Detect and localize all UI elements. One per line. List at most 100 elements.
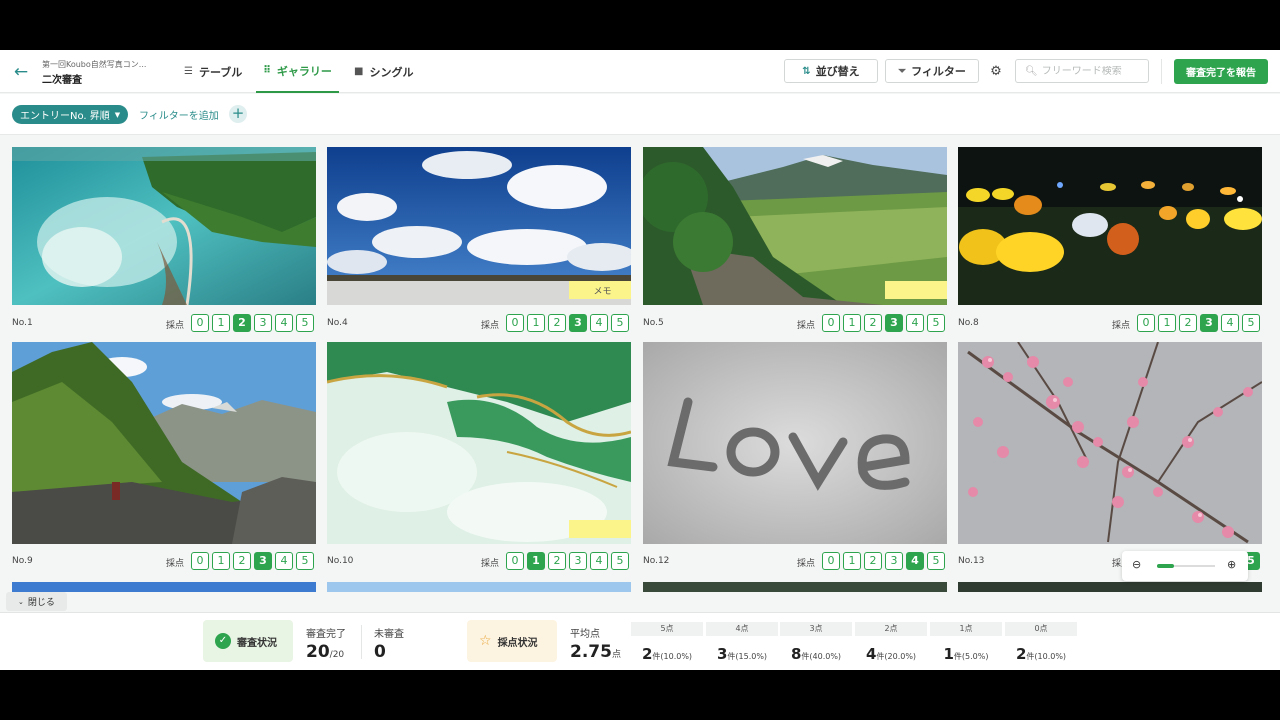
photo-thumbnail[interactable] — [643, 582, 947, 592]
collapse-button[interactable]: ⌄ 閉じる — [6, 592, 67, 611]
search-box[interactable]: 🔍︎ — [1015, 59, 1149, 83]
score-button-0[interactable]: 0 — [506, 314, 524, 332]
entry-number: No.8 — [958, 318, 979, 328]
tab-single[interactable]: ■ シングル — [352, 50, 415, 93]
sort-button[interactable]: ⇅ 並び替え — [784, 59, 878, 83]
tab-table-label: テーブル — [198, 65, 243, 79]
distribution-detail: 件(10.0%) — [1026, 652, 1067, 661]
zoom-out-icon[interactable]: ⊖ — [1132, 558, 1141, 571]
score-button-2[interactable]: 2 — [548, 314, 566, 332]
search-icon: 🔍︎ — [1025, 65, 1038, 77]
average-value: 2.75点 — [570, 642, 621, 662]
memo-note[interactable]: メモ — [569, 281, 631, 299]
score-button-0[interactable]: 0 — [1137, 314, 1155, 332]
add-filter-plus-icon[interactable]: + — [229, 105, 247, 123]
score-button-5[interactable]: 5 — [927, 314, 945, 332]
tab-gallery[interactable]: ⠿ ギャラリー — [256, 50, 339, 93]
pending-value: 0 — [374, 642, 386, 662]
review-status-badge: ✓ 審査状況 — [203, 620, 293, 662]
score-button-1[interactable]: 1 — [212, 314, 230, 332]
entry-number: No.4 — [327, 318, 348, 328]
distribution-detail: 件(10.0%) — [652, 652, 693, 661]
score-button-4[interactable]: 4 — [1221, 314, 1239, 332]
score-button-2[interactable]: 2 — [1179, 314, 1197, 332]
photo-thumbnail[interactable] — [12, 582, 316, 592]
photo-thumbnail[interactable] — [327, 342, 631, 544]
photo-thumbnail[interactable] — [327, 582, 631, 592]
score-button-5[interactable]: 5 — [611, 314, 629, 332]
filter-icon: ⏷ — [898, 65, 907, 77]
distribution-header: 2点 — [855, 622, 927, 636]
score-button-0[interactable]: 0 — [191, 314, 209, 332]
photo-thumbnail[interactable]: メモ — [327, 147, 631, 305]
score-buttons: 012345 — [1137, 314, 1260, 332]
score-button-5[interactable]: 5 — [296, 314, 314, 332]
completed-label: 審査完了 — [306, 629, 346, 640]
score-button-5[interactable]: 5 — [1242, 314, 1260, 332]
back-arrow-icon[interactable]: ← — [11, 62, 31, 82]
distribution-header: 5点 — [631, 622, 703, 636]
score-button-0[interactable]: 0 — [822, 552, 840, 570]
memo-note[interactable] — [885, 281, 947, 299]
search-input[interactable] — [1041, 65, 1142, 77]
score-button-1[interactable]: 1 — [212, 552, 230, 570]
filter-label: フィルター — [911, 65, 966, 78]
score-button-1[interactable]: 1 — [527, 552, 545, 570]
photo-thumbnail[interactable] — [12, 342, 316, 544]
review-status-label: 審査状況 — [237, 637, 277, 649]
score-button-0[interactable]: 0 — [506, 552, 524, 570]
score-button-0[interactable]: 0 — [822, 314, 840, 332]
score-button-5[interactable]: 5 — [611, 552, 629, 570]
photo-thumbnail[interactable] — [958, 582, 1262, 592]
score-button-1[interactable]: 1 — [843, 552, 861, 570]
score-button-4[interactable]: 4 — [906, 552, 924, 570]
photo-thumbnail[interactable] — [12, 147, 316, 305]
score-button-5[interactable]: 5 — [927, 552, 945, 570]
photo-thumbnail[interactable] — [958, 147, 1262, 305]
score-button-5[interactable]: 5 — [296, 552, 314, 570]
sort-chip[interactable]: エントリーNo. 昇順 ▼ — [12, 105, 129, 124]
report-complete-button[interactable]: 審査完了を報告 — [1174, 59, 1268, 84]
score-button-3[interactable]: 3 — [1200, 314, 1218, 332]
score-button-1[interactable]: 1 — [843, 314, 861, 332]
zoom-in-icon[interactable]: ⊕ — [1227, 558, 1236, 571]
score-button-1[interactable]: 1 — [527, 314, 545, 332]
score-button-4[interactable]: 4 — [906, 314, 924, 332]
score-button-2[interactable]: 2 — [864, 314, 882, 332]
score-button-2[interactable]: 2 — [233, 314, 251, 332]
score-button-0[interactable]: 0 — [191, 552, 209, 570]
score-button-4[interactable]: 4 — [590, 314, 608, 332]
score-button-4[interactable]: 4 — [275, 314, 293, 332]
score-button-1[interactable]: 1 — [1158, 314, 1176, 332]
distribution-value: 3件(15.0%) — [706, 645, 778, 663]
score-button-3[interactable]: 3 — [885, 314, 903, 332]
photo-thumbnail[interactable] — [643, 147, 947, 305]
tab-table[interactable]: ☰ テーブル — [182, 50, 244, 93]
photo-thumbnail[interactable] — [643, 342, 947, 544]
photo-thumbnail[interactable] — [958, 342, 1262, 544]
score-button-2[interactable]: 2 — [864, 552, 882, 570]
filter-button[interactable]: ⏷ フィルター — [885, 59, 979, 83]
gear-icon[interactable]: ⚙ — [987, 63, 1005, 81]
score-button-3[interactable]: 3 — [569, 552, 587, 570]
score-button-3[interactable]: 3 — [254, 552, 272, 570]
distribution-detail: 件(5.0%) — [953, 652, 989, 661]
zoom-slider[interactable] — [1157, 564, 1215, 568]
score-button-3[interactable]: 3 — [569, 314, 587, 332]
score-button-2[interactable]: 2 — [233, 552, 251, 570]
distribution-count: 4 — [865, 645, 877, 663]
memo-note[interactable] — [569, 520, 631, 538]
score-button-4[interactable]: 4 — [275, 552, 293, 570]
distribution-count: 1 — [943, 645, 954, 663]
score-button-2[interactable]: 2 — [548, 552, 566, 570]
distribution-count: 3 — [716, 645, 728, 663]
score-button-3[interactable]: 3 — [254, 314, 272, 332]
list-icon: ☰ — [184, 66, 193, 77]
collapse-label: 閉じる — [27, 598, 55, 608]
add-filter-link[interactable]: フィルターを追加 — [139, 107, 219, 122]
score-button-4[interactable]: 4 — [590, 552, 608, 570]
completed-value: 20/20 — [306, 642, 344, 662]
tab-single-label: シングル — [369, 65, 414, 79]
score-button-3[interactable]: 3 — [885, 552, 903, 570]
entry-number: No.13 — [958, 556, 985, 566]
